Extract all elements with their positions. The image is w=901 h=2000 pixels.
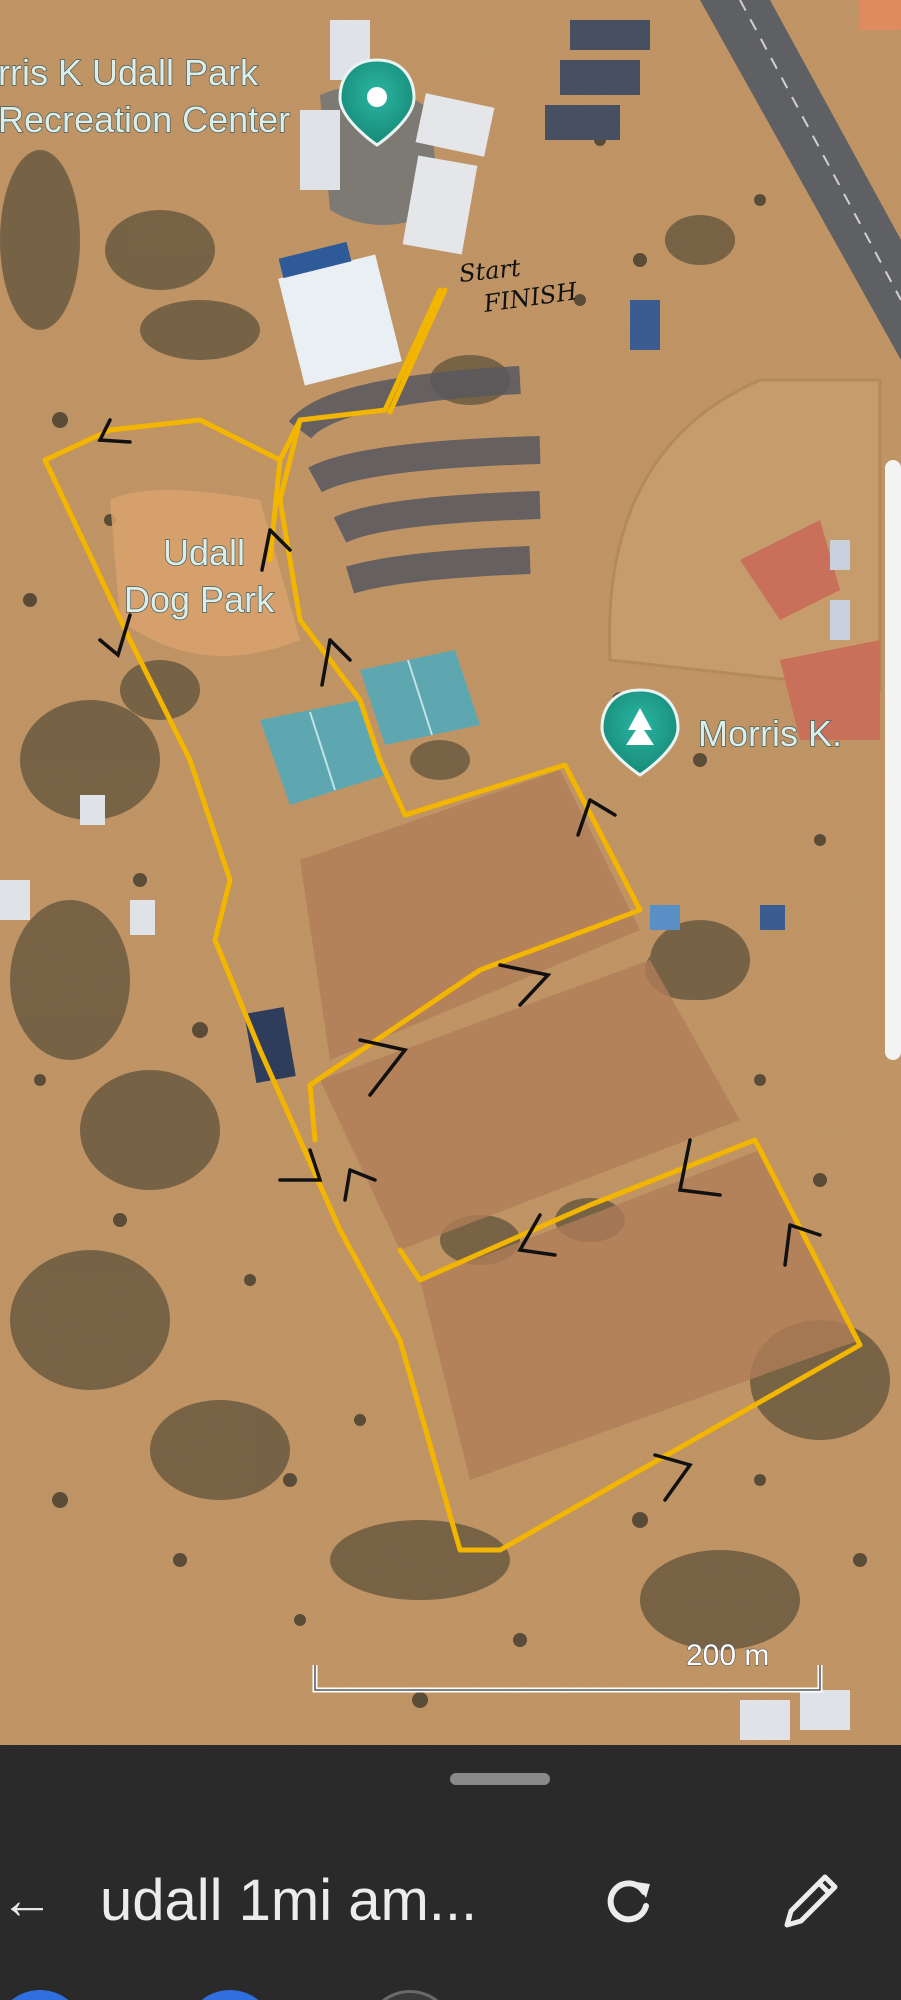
dog-park-label-line2: Dog Park — [124, 579, 275, 620]
pencil-icon[interactable] — [775, 1867, 845, 1937]
satellite-map-photo: rris K Udall Park Recreation Center Udal… — [0, 0, 901, 1760]
refresh-icon[interactable] — [598, 1870, 658, 1930]
scale-label: 200 m — [686, 1639, 769, 1672]
morris-k-label: Morris K. — [698, 713, 842, 754]
back-arrow-icon[interactable]: ← — [0, 1870, 54, 1930]
recreation-center-label-line1: rris K Udall Park — [0, 52, 259, 93]
photo-viewer-screen: rris K Udall Park Recreation Center Udal… — [0, 0, 901, 2000]
scroll-edge — [885, 460, 901, 1060]
document-title: udall 1mi am... — [100, 1868, 478, 1933]
dog-park-label-line1: Udall — [163, 532, 245, 573]
viewer-toolbar: ← udall 1mi am... — [0, 1745, 901, 2000]
drag-handle[interactable] — [450, 1773, 550, 1785]
recreation-center-label-line2: Recreation Center — [0, 99, 290, 140]
